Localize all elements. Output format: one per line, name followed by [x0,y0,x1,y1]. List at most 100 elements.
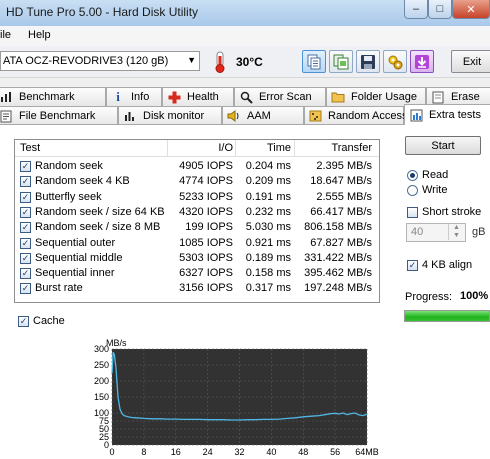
tab-random-access-label: Random Access [328,110,408,122]
options-icon [388,55,403,69]
table-row[interactable]: ✓ Random seek 4905 IOPS 0.204 ms 2.395 M… [15,159,379,174]
tab-extra-tests-label: Extra tests [429,109,481,121]
drive-select-value: ATA OCZ-REVODRIVE3 (120 gB) [3,55,169,67]
row-checkbox[interactable]: ✓ [20,176,31,188]
copy-screenshot-button[interactable] [329,50,353,73]
spin-down-icon[interactable]: ▼ [448,232,464,240]
minimize-button[interactable]: – [404,0,428,19]
row-time: 0.204 ms [245,160,291,172]
row-checkbox[interactable]: ✓ [20,283,31,295]
tab-aam[interactable]: AAM [222,106,304,125]
short-stroke-checkbox[interactable] [407,207,418,218]
table-row[interactable]: ✓ Sequential outer 1085 IOPS 0.921 ms 67… [15,236,379,251]
results-table: Test I/O Time Transfer ✓ Random seek 490… [14,139,380,303]
x-tick-label: 56 [330,447,340,457]
row-test: Sequential outer [35,236,116,249]
read-radio[interactable] [407,170,418,181]
file-benchmark-icon [0,109,13,123]
tab-health-label: Health [187,91,219,103]
table-row[interactable]: ✓ Random seek / size 64 KB 4320 IOPS 0.2… [15,205,379,220]
row-io: 3156 IOPS [179,282,233,295]
table-row[interactable]: ✓ Random seek / size 8 MB 199 IOPS 5.030… [15,220,379,235]
row-checkbox[interactable]: ✓ [20,237,31,249]
x-tick-label: 0 [109,447,114,457]
row-time: 0.209 ms [245,175,291,188]
menu-help[interactable]: Help [28,29,51,41]
tab-info[interactable]: i Info [106,87,162,106]
row-checkbox[interactable]: ✓ [20,191,31,203]
read-option[interactable]: Read [407,169,487,182]
write-radio[interactable] [407,185,418,196]
row-test: Sequential inner [35,267,115,280]
save-button[interactable] [356,50,380,73]
spin-up-icon[interactable]: ▲ [448,224,464,232]
tab-error-scan-label: Error Scan [259,91,312,103]
tab-health[interactable]: Health [162,87,234,106]
x-tick-label: 8 [141,447,146,457]
row-transfer: 2.555 MB/s [316,190,372,203]
row-checkbox[interactable]: ✓ [20,268,31,280]
tab-file-benchmark[interactable]: File Benchmark [0,106,118,125]
write-option[interactable]: Write [407,184,487,197]
row-test: Butterfly seek [35,190,102,203]
table-row[interactable]: ✓ Random seek 4 KB 4774 IOPS 0.209 ms 18… [15,174,379,189]
tab-disk-monitor-label: Disk monitor [143,110,205,122]
close-button[interactable]: ✕ [452,0,490,19]
row-test: Burst rate [35,282,83,295]
temperature-readout: 30°C [236,55,263,69]
start-button[interactable]: Start [405,136,481,155]
y-tick-label: 200 [94,376,109,386]
table-row[interactable]: ✓ Butterfly seek 5233 IOPS 0.191 ms 2.55… [15,190,379,205]
x-tick-label: 24 [203,447,213,457]
row-time: 0.158 ms [245,267,291,280]
copy-text-button[interactable] [302,50,326,73]
menu-file[interactable]: ile [0,29,11,41]
tab-aam-label: AAM [247,110,271,122]
row-checkbox[interactable]: ✓ [20,252,31,264]
row-transfer: 67.827 MB/s [310,236,372,249]
row-checkbox[interactable]: ✓ [20,161,31,172]
cache-checkbox[interactable]: ✓ [18,316,29,327]
tab-disk-monitor[interactable]: Disk monitor [118,106,222,125]
align-4kb-checkbox[interactable]: ✓ [407,260,418,271]
table-row[interactable]: ✓ Sequential inner 6327 IOPS 0.158 ms 39… [15,266,379,281]
maximize-button[interactable]: □ [428,0,452,19]
row-io: 5233 IOPS [179,190,233,203]
tab-error-scan[interactable]: Error Scan [234,87,326,106]
disk-monitor-icon [123,109,137,123]
extra-tests-icon [409,108,423,122]
thermometer-icon [215,51,225,73]
y-tick-label: 100 [94,408,109,418]
size-stepper[interactable]: ▲ ▼ [448,224,464,241]
speaker-icon [227,109,241,123]
size-unit: gB [472,226,486,238]
table-row[interactable]: ✓ Sequential middle 5303 IOPS 0.189 ms 3… [15,251,379,266]
tab-random-access[interactable]: Random Access [304,106,408,125]
short-stroke-option[interactable]: Short stroke [407,206,490,220]
tab-benchmark[interactable]: Benchmark [0,87,106,106]
cache-option[interactable]: ✓ Cache [18,315,78,329]
align-4kb-option[interactable]: ✓ 4 KB align [407,259,487,273]
row-checkbox[interactable]: ✓ [20,206,31,218]
cache-label: Cache [33,315,65,327]
radio-dot [410,173,415,178]
transfer-rate-chart: 02550751001502002503000 8 16 24 32 40 48 56 64MB… [94,338,379,457]
col-test-header: Test [20,142,41,154]
col-io-header: I/O [218,142,233,154]
table-row[interactable]: ✓ Burst rate 3156 IOPS 0.317 ms 197.248 … [15,281,379,296]
progress-label: Progress: [405,291,453,303]
download-button[interactable] [410,50,434,73]
drive-select[interactable]: ATA OCZ-REVODRIVE3 (120 gB) ▼ [0,51,200,71]
random-access-icon [309,109,322,123]
tab-extra-tests[interactable]: Extra tests [404,104,490,125]
row-io: 6327 IOPS [179,267,233,280]
exit-button[interactable]: Exit [451,50,490,73]
options-button[interactable] [383,50,407,73]
size-value: 40 [411,226,424,238]
row-io: 4320 IOPS [179,205,233,218]
row-io: 5303 IOPS [179,251,233,264]
progress-percent: 100% [460,290,489,302]
row-test: Sequential middle [35,251,123,264]
row-checkbox[interactable]: ✓ [20,222,31,234]
y-tick-label: 150 [94,392,109,402]
